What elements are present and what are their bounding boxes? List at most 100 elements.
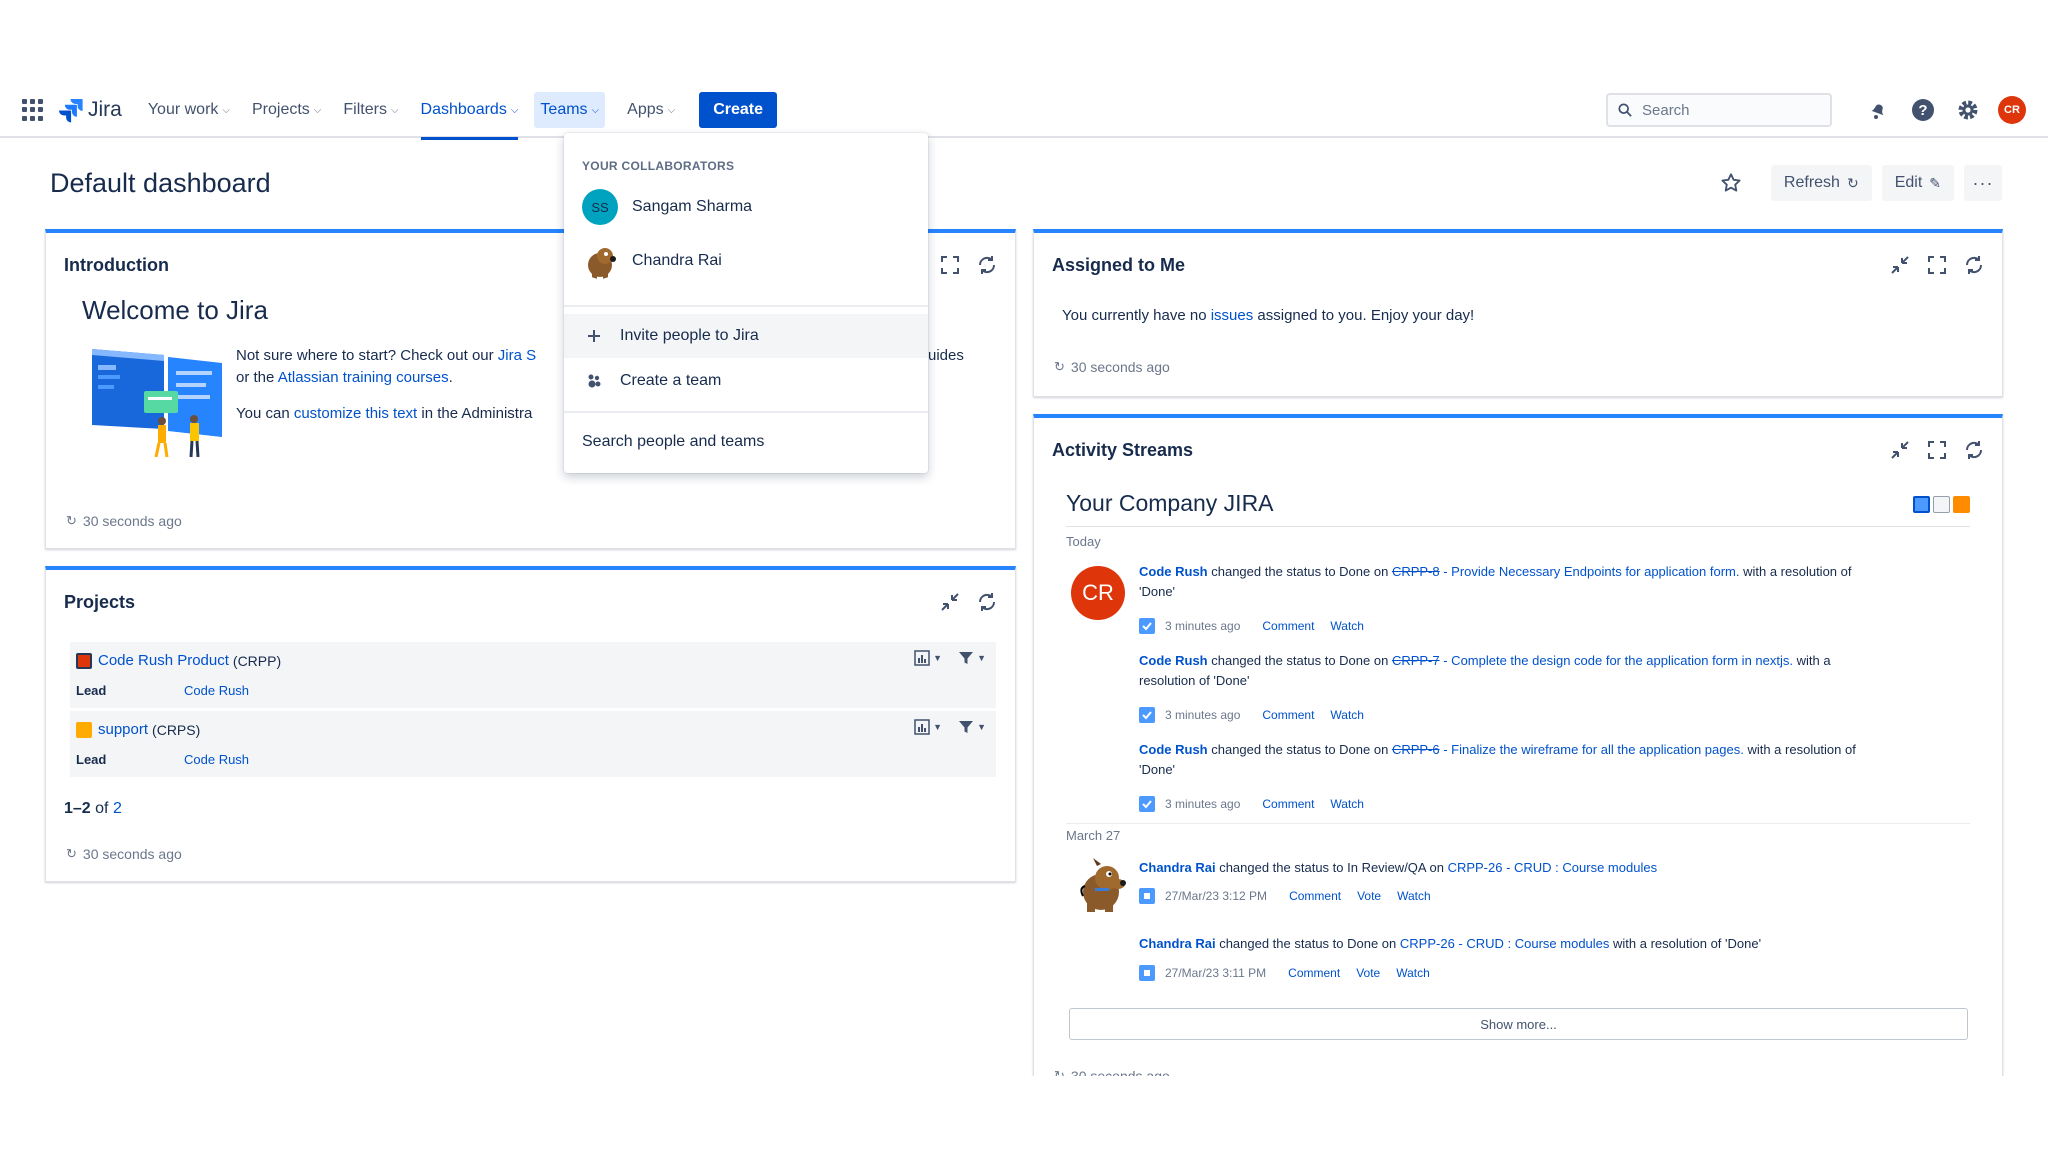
refresh-icon[interactable] (1962, 438, 1986, 462)
project-row: support (CRPS) Lead Code Rush ▼ ▼ (70, 711, 996, 777)
pager-of: of (90, 800, 113, 817)
project-link[interactable]: Code Rush Product (98, 652, 229, 669)
lead-link[interactable]: Code Rush (184, 683, 249, 698)
comment-link[interactable]: Comment (1262, 619, 1314, 633)
reports-dropdown[interactable]: ▼ (914, 719, 942, 735)
chevron-down-icon: ▼ (933, 653, 943, 663)
create-team-item[interactable]: Create a team (564, 359, 928, 403)
lead-link[interactable]: Code Rush (184, 752, 249, 767)
nav-filters[interactable]: Filters ⌵ (343, 82, 398, 138)
entry-meta: 3 minutes ago Comment Watch (1139, 796, 1364, 812)
nav-your-work[interactable]: Your work ⌵ (148, 82, 230, 138)
full-view-icon[interactable] (1913, 496, 1930, 513)
issue-key: CRPP-6 (1391, 742, 1440, 757)
issues-link[interactable]: issues (1211, 307, 1254, 324)
intro-text: . (448, 369, 453, 386)
story-icon (1139, 888, 1155, 904)
minimize-icon[interactable] (938, 590, 962, 614)
jira-logo[interactable]: Jira (58, 97, 122, 123)
actor-link[interactable]: Chandra Rai (1139, 936, 1216, 951)
search-box[interactable] (1606, 93, 1832, 127)
more-actions-button[interactable]: ··· (1964, 165, 2002, 201)
actor-link[interactable]: Code Rush (1139, 742, 1208, 757)
jira-guides-link[interactable]: Jira S (498, 347, 536, 364)
filter-icon (959, 652, 974, 664)
refresh-icon[interactable] (1962, 253, 1986, 277)
maximize-icon[interactable] (1925, 253, 1949, 277)
maximize-icon[interactable] (1925, 438, 1949, 462)
gadget-title: Introduction (64, 255, 169, 275)
activity-entry: Code Rush changed the status to Done on … (1139, 651, 1979, 691)
minimize-icon[interactable] (1888, 438, 1912, 462)
refresh-icon[interactable] (975, 590, 999, 614)
training-courses-link[interactable]: Atlassian training courses (278, 369, 449, 386)
comment-link[interactable]: Comment (1288, 966, 1340, 980)
entry-meta: 27/Mar/23 3:11 PM Comment Vote Watch (1139, 965, 1430, 981)
nav-teams[interactable]: Teams ⌵ (534, 92, 606, 128)
pager-total-link[interactable]: 2 (113, 800, 122, 817)
vote-link[interactable]: Vote (1357, 889, 1381, 903)
comment-link[interactable]: Comment (1289, 889, 1341, 903)
actor-link[interactable]: Code Rush (1139, 653, 1208, 668)
refresh-button[interactable]: Refresh ↻ (1770, 165, 1872, 201)
collaborator-name: Chandra Rai (632, 252, 722, 269)
code-rush-avatar[interactable]: CR (1071, 566, 1125, 620)
divider (564, 305, 928, 307)
filters-dropdown[interactable]: ▼ (958, 650, 986, 666)
entry-text: 'Done' (1139, 584, 1176, 599)
activity-streams-gadget: Activity Streams Your Company JIRA Today… (1033, 414, 2003, 1114)
search-people-item[interactable]: Search people and teams (582, 433, 764, 451)
watch-link[interactable]: Watch (1396, 966, 1430, 980)
task-checkbox-icon (1139, 618, 1155, 634)
issue-link[interactable]: CRPP-8 - Provide Necessary Endpoints for… (1392, 564, 1740, 579)
create-button[interactable]: Create (699, 92, 778, 128)
collaborator-item[interactable]: Chandra Rai (582, 243, 722, 279)
notifications-icon[interactable] (1863, 95, 1893, 125)
entry-text: changed the status to Done on (1207, 653, 1392, 668)
filters-dropdown[interactable]: ▼ (958, 719, 986, 735)
maximize-icon[interactable] (938, 253, 962, 277)
nav-label: Dashboards (420, 101, 507, 118)
watch-link[interactable]: Watch (1330, 619, 1364, 633)
project-link[interactable]: support (98, 721, 148, 738)
user-avatar[interactable]: CR (1998, 96, 2026, 124)
issue-link[interactable]: CRPP-6 - Finalize the wireframe for all … (1392, 742, 1744, 757)
minimize-icon[interactable] (1888, 253, 1912, 277)
story-icon (1139, 965, 1155, 981)
actor-link[interactable]: Chandra Rai (1139, 860, 1216, 875)
comment-link[interactable]: Comment (1262, 797, 1314, 811)
star-icon[interactable] (1713, 165, 1749, 201)
create-team-label: Create a team (620, 372, 722, 389)
list-view-icon[interactable] (1933, 496, 1950, 513)
issue-link[interactable]: CRPP-7 - Complete the design code for th… (1392, 653, 1793, 668)
projects-gadget: Projects Code Rush Product (CRPP) Lead C… (45, 566, 1016, 882)
comment-link[interactable]: Comment (1262, 708, 1314, 722)
entry-text: with a resolution of 'Done' (1609, 936, 1762, 951)
settings-gear-icon[interactable] (1953, 95, 1983, 125)
reports-dropdown[interactable]: ▼ (914, 650, 942, 666)
watch-link[interactable]: Watch (1330, 797, 1364, 811)
task-checkbox-icon (1139, 796, 1155, 812)
nav-projects[interactable]: Projects ⌵ (252, 82, 321, 138)
show-more-button[interactable]: Show more... (1069, 1008, 1968, 1040)
bottom-cover (0, 1076, 2048, 1152)
edit-button[interactable]: Edit ✎ (1881, 165, 1954, 201)
search-input[interactable] (1642, 101, 1812, 119)
issue-link[interactable]: CRPP-26 - CRUD : Course modules (1400, 936, 1610, 951)
rss-feed-icon[interactable] (1953, 496, 1970, 513)
nav-apps[interactable]: Apps ⌵ (627, 82, 675, 138)
help-icon[interactable]: ? (1908, 95, 1938, 125)
nav-dashboards[interactable]: Dashboards ⌵ (420, 82, 518, 140)
invite-people-item[interactable]: Invite people to Jira (564, 314, 928, 358)
issue-link[interactable]: CRPP-26 - CRUD : Course modules (1448, 860, 1658, 875)
actor-link[interactable]: Code Rush (1139, 564, 1208, 579)
collaborator-item[interactable]: SS Sangam Sharma (582, 189, 752, 225)
chandra-rai-avatar[interactable] (1071, 856, 1127, 914)
vote-link[interactable]: Vote (1356, 966, 1380, 980)
refresh-icon[interactable] (975, 253, 999, 277)
watch-link[interactable]: Watch (1397, 889, 1431, 903)
customize-text-link[interactable]: customize this text (294, 405, 417, 422)
app-switcher-icon[interactable] (22, 99, 44, 121)
watch-link[interactable]: Watch (1330, 708, 1364, 722)
entry-time: 3 minutes ago (1165, 797, 1241, 811)
